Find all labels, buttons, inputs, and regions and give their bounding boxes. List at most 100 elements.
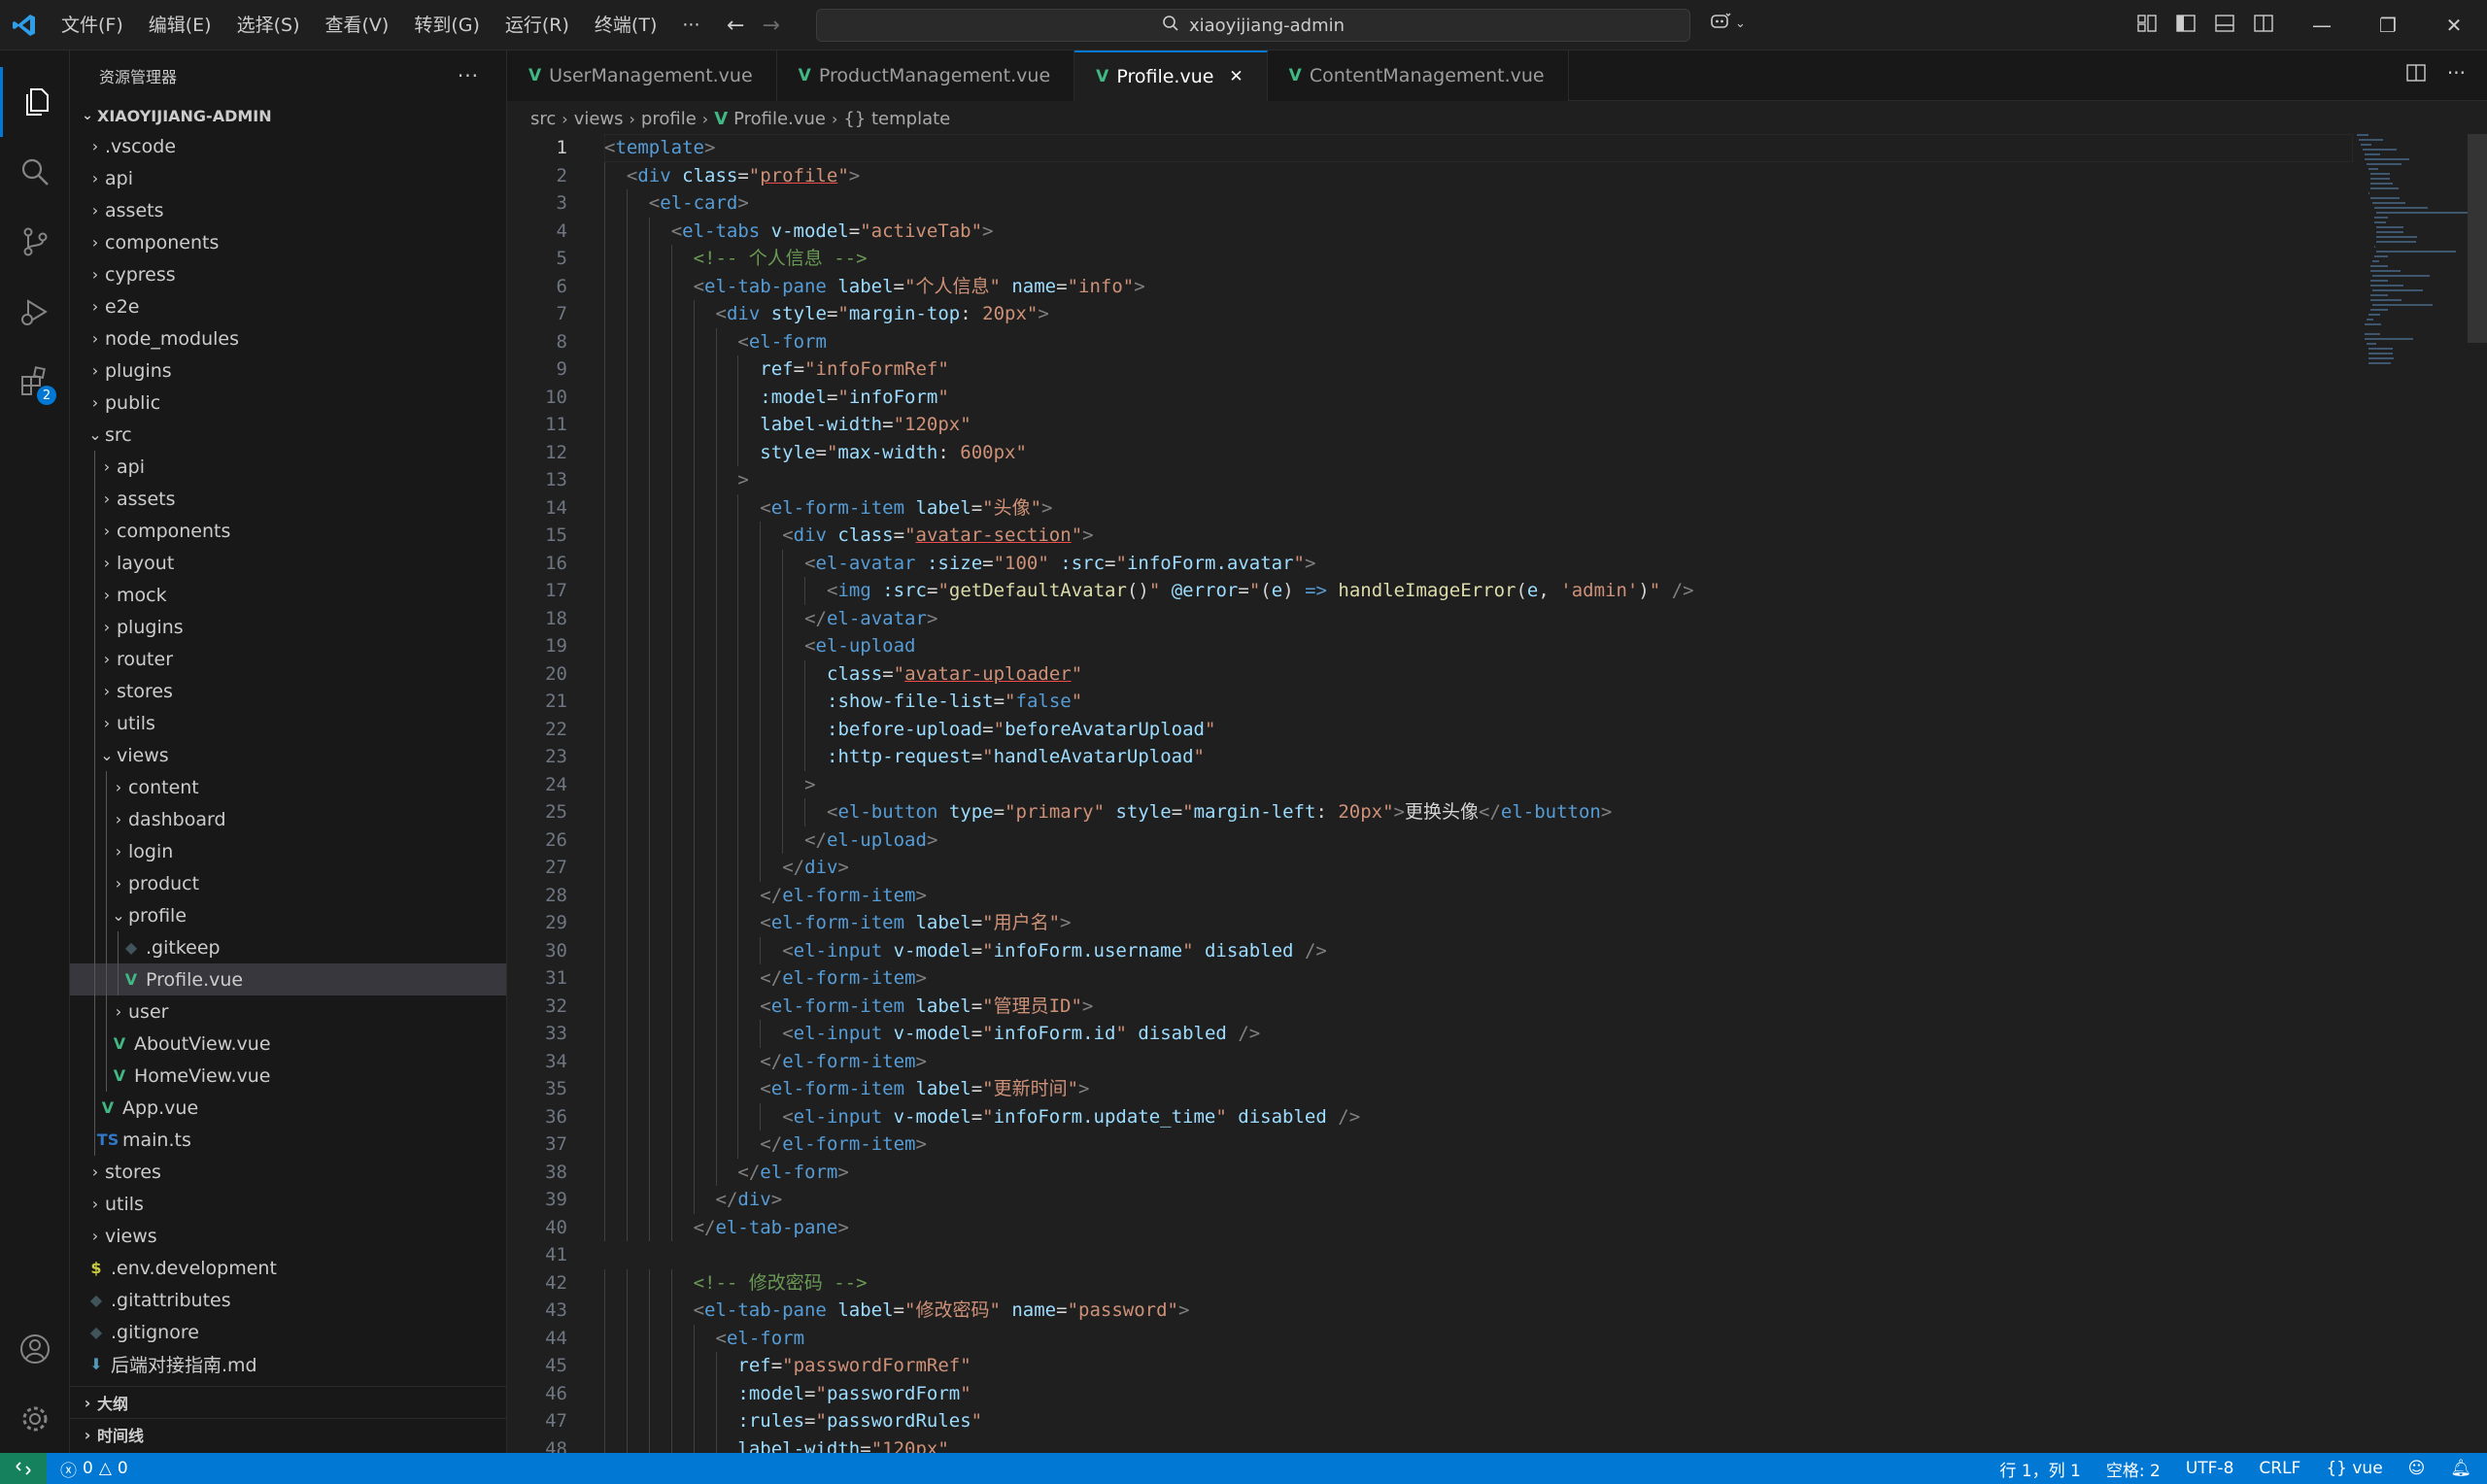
- minimap[interactable]: [2357, 134, 2473, 639]
- notifications-bell-icon[interactable]: 🔔︎: [2450, 1459, 2471, 1478]
- tree-file[interactable]: V AboutView.vue: [70, 1028, 506, 1060]
- breadcrumb-item[interactable]: Profile.vue: [733, 109, 826, 129]
- indentation[interactable]: 空格: 2: [2106, 1457, 2161, 1481]
- indent-guide: [693, 992, 695, 1020]
- tree-file[interactable]: TS main.ts: [70, 1124, 506, 1156]
- code-token: ref: [737, 1355, 771, 1376]
- tree-folder[interactable]: › assets: [70, 194, 506, 226]
- tree-folder[interactable]: › assets: [70, 483, 506, 515]
- tree-file[interactable]: ⬇ 后端对接指南.md: [70, 1348, 506, 1380]
- tree-folder[interactable]: › mock: [70, 579, 506, 611]
- back-arrow-icon[interactable]: ←: [727, 14, 744, 38]
- forward-arrow-icon[interactable]: →: [762, 14, 779, 38]
- search-view-icon[interactable]: [0, 137, 70, 207]
- tree-file[interactable]: $ .env.development: [70, 1252, 506, 1284]
- cursor-position[interactable]: 行 1，列 1: [1999, 1457, 2080, 1481]
- tree-file[interactable]: ◆ .gitattributes: [70, 1284, 506, 1316]
- tree-folder[interactable]: ⌄ views: [70, 739, 506, 771]
- copilot-status-icon[interactable]: ☺: [2408, 1459, 2426, 1478]
- tree-folder[interactable]: › e2e: [70, 290, 506, 322]
- toggle-primary-sidebar-icon[interactable]: [2176, 14, 2196, 37]
- timeline-section[interactable]: › 时间线: [70, 1418, 506, 1450]
- tree-folder[interactable]: › plugins: [70, 611, 506, 643]
- breadcrumb-item[interactable]: profile: [641, 109, 697, 129]
- tree-file[interactable]: ◆ .gitignore: [70, 1316, 506, 1348]
- menu-item[interactable]: 终端(T): [582, 0, 669, 51]
- menu-item[interactable]: 转到(G): [401, 0, 493, 51]
- tree-folder[interactable]: › router: [70, 643, 506, 675]
- menu-item[interactable]: 运行(R): [493, 0, 582, 51]
- tree-file[interactable]: V App.vue: [70, 1092, 506, 1124]
- breadcrumb-item[interactable]: src: [530, 109, 556, 129]
- tree-file[interactable]: ◆ .gitkeep: [70, 931, 506, 963]
- tree-folder[interactable]: › dashboard: [70, 803, 506, 835]
- extensions-icon[interactable]: 2: [0, 347, 70, 417]
- copilot-button[interactable]: ⌄: [1710, 12, 1746, 36]
- customize-layout-icon[interactable]: [2137, 14, 2157, 37]
- toggle-panel-icon[interactable]: [2215, 14, 2234, 37]
- code-token: =: [1056, 1299, 1068, 1321]
- editor-scrollbar[interactable]: [2468, 134, 2487, 343]
- problems-indicator[interactable]: ⓧ 0 △ 0: [47, 1457, 128, 1481]
- command-center-search[interactable]: xiaoyijiang-admin: [816, 9, 1690, 42]
- editor-tab[interactable]: V UserManagement.vue: [507, 51, 777, 101]
- remote-indicator-icon[interactable]: [0, 1453, 47, 1484]
- tree-folder[interactable]: › .vscode: [70, 130, 506, 162]
- source-control-icon[interactable]: [0, 207, 70, 277]
- tree-folder[interactable]: › api: [70, 451, 506, 483]
- tree-folder[interactable]: › stores: [70, 1156, 506, 1188]
- tree-folder[interactable]: › layout: [70, 547, 506, 579]
- tree-folder[interactable]: › user: [70, 995, 506, 1028]
- breadcrumb-item[interactable]: {} template: [843, 109, 950, 129]
- menu-item[interactable]: 编辑(E): [136, 0, 224, 51]
- tree-file[interactable]: V HomeView.vue: [70, 1060, 506, 1092]
- menu-item[interactable]: ···: [669, 0, 712, 51]
- end-of-line[interactable]: CRLF: [2259, 1459, 2300, 1478]
- menu-item[interactable]: 查看(V): [313, 0, 402, 51]
- tree-folder[interactable]: › api: [70, 162, 506, 194]
- minimize-icon[interactable]: —: [2289, 0, 2355, 51]
- menu-item[interactable]: 文件(F): [49, 0, 136, 51]
- tree-folder[interactable]: › components: [70, 226, 506, 258]
- restore-icon[interactable]: ❐: [2355, 0, 2421, 51]
- tree-file[interactable]: V Profile.vue: [70, 963, 506, 995]
- encoding[interactable]: UTF-8: [2186, 1459, 2234, 1478]
- more-actions-icon[interactable]: ···: [2447, 63, 2466, 86]
- close-icon[interactable]: ✕: [1229, 67, 1243, 86]
- tree-folder[interactable]: ⌄ profile: [70, 899, 506, 931]
- indent-guide: [760, 798, 762, 826]
- editor-tab[interactable]: V Profile.vue ✕: [1074, 51, 1268, 101]
- menu-item[interactable]: 选择(S): [224, 0, 313, 51]
- split-editor-icon[interactable]: [2406, 64, 2426, 86]
- line-number: 39: [545, 1189, 567, 1210]
- tree-folder[interactable]: › public: [70, 387, 506, 419]
- tree-folder[interactable]: › utils: [70, 707, 506, 739]
- outline-section[interactable]: › 大纲: [70, 1386, 506, 1418]
- tree-folder[interactable]: › product: [70, 867, 506, 899]
- tree-folder[interactable]: › login: [70, 835, 506, 867]
- settings-gear-icon[interactable]: [0, 1384, 70, 1454]
- tree-folder[interactable]: › components: [70, 515, 506, 547]
- toggle-secondary-sidebar-icon[interactable]: [2254, 14, 2273, 37]
- accounts-icon[interactable]: [0, 1314, 70, 1384]
- more-actions-icon[interactable]: ···: [458, 64, 479, 87]
- editor-tab[interactable]: V ContentManagement.vue: [1267, 51, 1569, 101]
- run-debug-icon[interactable]: [0, 277, 70, 347]
- editor-tab[interactable]: V ProductManagement.vue: [776, 51, 1075, 101]
- code-editor[interactable]: 1 <template> 2 <div class="profile"> 3 <el-ca…: [507, 134, 2353, 1453]
- workspace-root[interactable]: ⌄ XIAOYIJIANG-ADMIN: [70, 101, 506, 130]
- tree-folder[interactable]: › utils: [70, 1188, 506, 1220]
- tree-folder[interactable]: › stores: [70, 675, 506, 707]
- indent-guide: [670, 1352, 672, 1380]
- tree-folder[interactable]: › views: [70, 1220, 506, 1252]
- language-mode[interactable]: {} vue: [2326, 1459, 2382, 1478]
- tree-folder[interactable]: › content: [70, 771, 506, 803]
- tree-folder[interactable]: › node_modules: [70, 322, 506, 354]
- close-window-icon[interactable]: ✕: [2421, 0, 2487, 51]
- explorer-icon[interactable]: [0, 67, 70, 137]
- tree-folder[interactable]: › plugins: [70, 354, 506, 387]
- tree-folder[interactable]: › cypress: [70, 258, 506, 290]
- breadcrumb-item[interactable]: views: [574, 109, 624, 129]
- tree-folder[interactable]: ⌄ src: [70, 419, 506, 451]
